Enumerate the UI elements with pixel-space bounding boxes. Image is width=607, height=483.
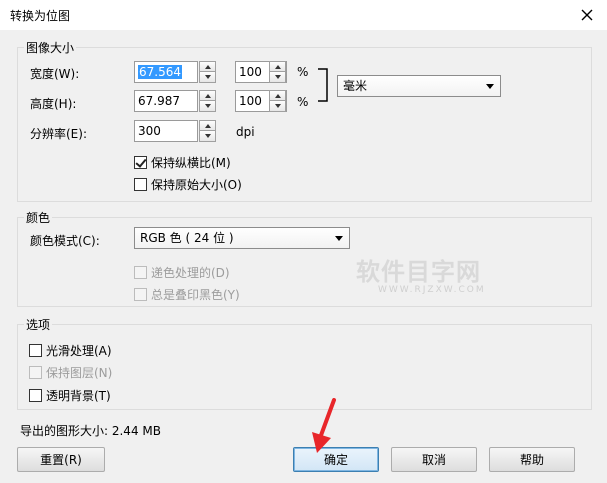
help-button[interactable]: 帮助 [489,447,575,472]
height-value: 67.987 [138,94,180,108]
window-title: 转换为位图 [10,9,71,23]
link-bracket-icon [318,68,328,102]
watermark-sub: WWW.RJZXW.COM [378,285,486,295]
height-percent-spin-down[interactable] [269,101,286,112]
overprint-black-checkbox[interactable]: 总是叠印黑色(Y) [134,286,240,303]
watermark-main: 软件目字网 [356,258,481,286]
height-percent-spinner[interactable] [269,90,286,112]
width-value: 67.564 [138,65,182,79]
color-mode-select[interactable]: RGB 色 ( 24 位 ) [134,227,350,249]
width-spin-up[interactable] [199,61,216,72]
width-percent-spinner[interactable] [269,61,286,83]
convert-to-bitmap-dialog: 转换为位图 图像大小 宽度(W): 67.564 100 % 高度(H): 67… [0,0,607,483]
width-percent-value: 100 [239,65,262,79]
chevron-down-icon [486,84,494,89]
height-spin-down[interactable] [199,101,216,112]
export-size-text: 导出的图形大小: 2.44 MB [20,424,161,438]
anti-alias-checkbox[interactable]: 光滑处理(A) [29,342,112,359]
overprint-black-label: 总是叠印黑色(Y) [151,288,240,302]
dithering-label: 递色处理的(D) [151,266,230,280]
image-size-group-title: 图像大小 [24,39,77,56]
height-input[interactable]: 67.987 [134,90,198,112]
width-percent-spin-down[interactable] [269,72,286,83]
chevron-down-icon [335,236,343,241]
transparent-bg-check-icon[interactable] [29,389,42,402]
width-input[interactable]: 67.564 [134,61,198,83]
close-icon [581,9,593,21]
resolution-unit: dpi [236,125,255,139]
height-percent-unit: % [297,95,309,109]
keep-layers-checkbox[interactable]: 保持图层(N) [29,364,112,381]
height-spin-up[interactable] [199,90,216,101]
resolution-label: 分辨率(E): [30,127,87,141]
keep-ratio-label: 保持纵横比(M) [151,156,231,170]
keep-original-check-icon[interactable] [134,178,147,191]
width-percent-unit: % [297,65,309,79]
color-mode-label: 颜色模式(C): [30,234,100,248]
resolution-input[interactable]: 300 [134,120,198,142]
resolution-spin-down[interactable] [199,131,216,142]
color-group-title: 颜色 [24,209,53,226]
watermark: 软件目字网 WWW.RJZXW.COM [356,259,486,295]
cancel-button[interactable]: 取消 [391,447,477,472]
unit-select[interactable]: 毫米 [337,75,501,97]
anti-alias-check-icon[interactable] [29,344,42,357]
width-spinner[interactable] [199,61,216,83]
dithering-checkbox[interactable]: 递色处理的(D) [134,264,230,281]
width-percent-spin-up[interactable] [269,61,286,72]
reset-button[interactable]: 重置(R) [17,447,105,472]
width-spin-down[interactable] [199,72,216,83]
keep-ratio-checkbox[interactable]: 保持纵横比(M) [134,154,231,171]
annotation-arrow-icon [312,398,336,453]
keep-ratio-check-icon[interactable] [134,156,147,169]
unit-select-value: 毫米 [343,79,368,93]
keep-original-label: 保持原始大小(O) [151,178,242,192]
height-spinner[interactable] [199,90,216,112]
resolution-spin-up[interactable] [199,120,216,131]
close-button[interactable] [567,0,607,30]
width-label: 宽度(W): [30,67,80,81]
color-mode-value: RGB 色 ( 24 位 ) [140,231,234,245]
height-percent-value: 100 [239,94,262,108]
transparent-bg-label: 透明背景(T) [46,389,111,403]
keep-layers-label: 保持图层(N) [46,366,113,380]
dithering-check-icon[interactable] [134,266,147,279]
options-group-title: 选项 [24,316,53,333]
overprint-black-check-icon[interactable] [134,288,147,301]
height-percent-spin-up[interactable] [269,90,286,101]
transparent-bg-checkbox[interactable]: 透明背景(T) [29,387,111,404]
keep-layers-check-icon[interactable] [29,366,42,379]
keep-original-checkbox[interactable]: 保持原始大小(O) [134,176,242,193]
resolution-value: 300 [138,124,161,138]
title-bar: 转换为位图 [0,0,607,30]
height-label: 高度(H): [30,97,77,111]
resolution-spinner[interactable] [199,120,216,142]
anti-alias-label: 光滑处理(A) [46,344,112,358]
